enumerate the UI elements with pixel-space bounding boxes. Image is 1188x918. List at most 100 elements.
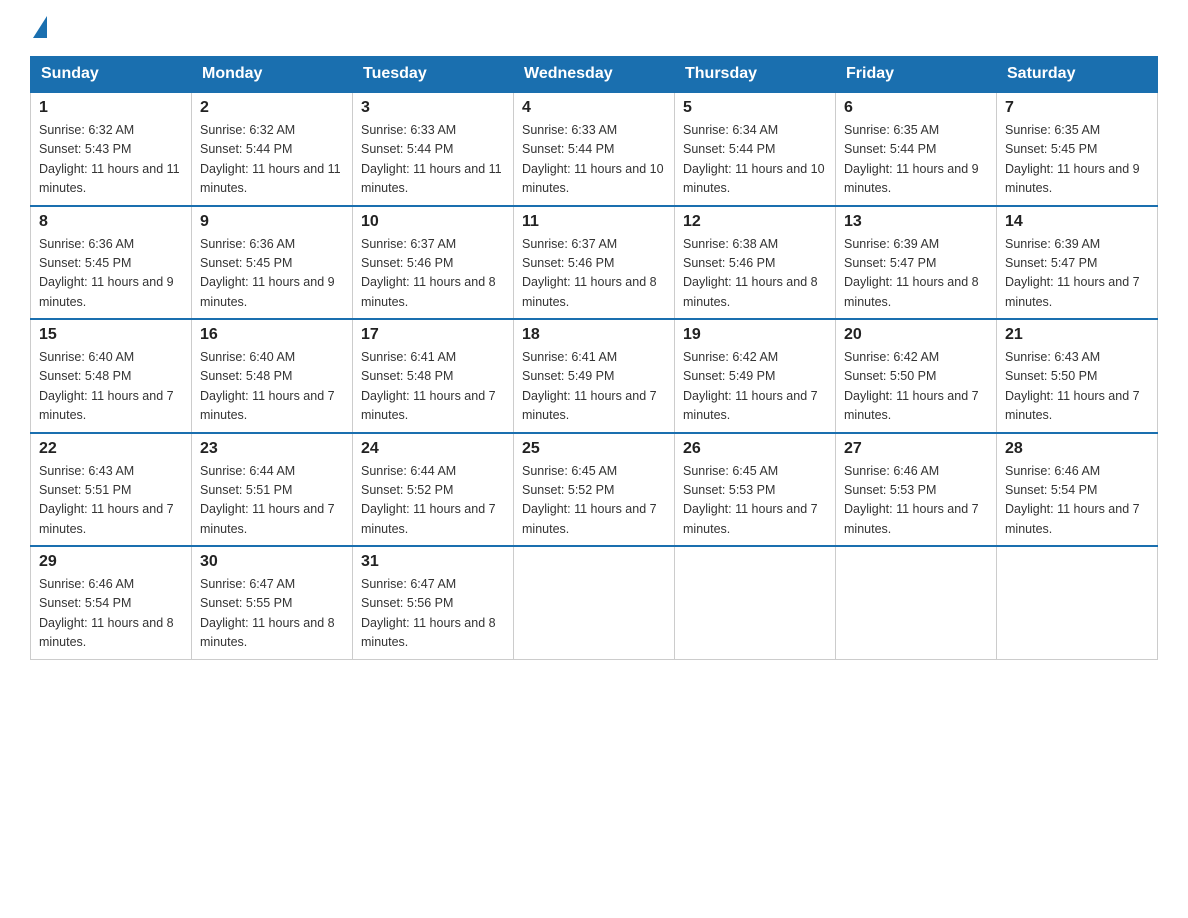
day-info: Sunrise: 6:41 AMSunset: 5:48 PMDaylight:… (361, 348, 505, 426)
calendar-week-row: 1Sunrise: 6:32 AMSunset: 5:43 PMDaylight… (31, 92, 1158, 206)
calendar-week-row: 22Sunrise: 6:43 AMSunset: 5:51 PMDayligh… (31, 433, 1158, 547)
day-info: Sunrise: 6:40 AMSunset: 5:48 PMDaylight:… (39, 348, 183, 426)
calendar-day-cell: 17 Sunrise: 6:41 AMSunset: 5:48 PMDayligh… (353, 319, 514, 433)
calendar-day-cell: 20 Sunrise: 6:42 AMSunset: 5:50 PMDayligh… (836, 319, 997, 433)
day-number: 11 (522, 213, 666, 231)
day-number: 23 (200, 440, 344, 458)
weekday-header-saturday: Saturday (997, 57, 1158, 93)
day-info: Sunrise: 6:41 AMSunset: 5:49 PMDaylight:… (522, 348, 666, 426)
calendar-week-row: 8 Sunrise: 6:36 AMSunset: 5:45 PMDaylight… (31, 206, 1158, 320)
calendar-day-cell: 22Sunrise: 6:43 AMSunset: 5:51 PMDayligh… (31, 433, 192, 547)
day-number: 21 (1005, 326, 1149, 344)
day-number: 28 (1005, 440, 1149, 458)
calendar-day-cell: 30Sunrise: 6:47 AMSunset: 5:55 PMDayligh… (192, 546, 353, 659)
day-number: 20 (844, 326, 988, 344)
calendar-day-cell: 1Sunrise: 6:32 AMSunset: 5:43 PMDaylight… (31, 92, 192, 206)
calendar-day-cell: 13 Sunrise: 6:39 AMSunset: 5:47 PMDayligh… (836, 206, 997, 320)
day-info: Sunrise: 6:47 AMSunset: 5:56 PMDaylight:… (361, 575, 505, 653)
calendar-empty-cell (514, 546, 675, 659)
weekday-header-sunday: Sunday (31, 57, 192, 93)
day-number: 12 (683, 213, 827, 231)
calendar-day-cell: 14 Sunrise: 6:39 AMSunset: 5:47 PMDayligh… (997, 206, 1158, 320)
day-number: 29 (39, 553, 183, 571)
day-number: 6 (844, 99, 988, 117)
calendar-day-cell: 19 Sunrise: 6:42 AMSunset: 5:49 PMDayligh… (675, 319, 836, 433)
day-info: Sunrise: 6:46 AMSunset: 5:54 PMDaylight:… (39, 575, 183, 653)
day-number: 17 (361, 326, 505, 344)
day-info: Sunrise: 6:39 AMSunset: 5:47 PMDaylight:… (1005, 235, 1149, 313)
day-info: Sunrise: 6:35 AMSunset: 5:45 PMDaylight:… (1005, 121, 1149, 199)
calendar-day-cell: 4 Sunrise: 6:33 AMSunset: 5:44 PMDaylight… (514, 92, 675, 206)
day-info: Sunrise: 6:33 AMSunset: 5:44 PMDaylight:… (361, 121, 505, 199)
day-number: 7 (1005, 99, 1149, 117)
day-info: Sunrise: 6:36 AMSunset: 5:45 PMDaylight:… (39, 235, 183, 313)
day-info: Sunrise: 6:36 AMSunset: 5:45 PMDaylight:… (200, 235, 344, 313)
day-info: Sunrise: 6:45 AMSunset: 5:52 PMDaylight:… (522, 462, 666, 540)
day-info: Sunrise: 6:47 AMSunset: 5:55 PMDaylight:… (200, 575, 344, 653)
calendar-day-cell: 11Sunrise: 6:37 AMSunset: 5:46 PMDayligh… (514, 206, 675, 320)
day-number: 27 (844, 440, 988, 458)
day-number: 14 (1005, 213, 1149, 231)
calendar-day-cell: 9 Sunrise: 6:36 AMSunset: 5:45 PMDaylight… (192, 206, 353, 320)
calendar-day-cell: 28 Sunrise: 6:46 AMSunset: 5:54 PMDayligh… (997, 433, 1158, 547)
weekday-header-monday: Monday (192, 57, 353, 93)
calendar-day-cell: 2Sunrise: 6:32 AMSunset: 5:44 PMDaylight… (192, 92, 353, 206)
day-number: 4 (522, 99, 666, 117)
day-number: 31 (361, 553, 505, 571)
day-info: Sunrise: 6:43 AMSunset: 5:50 PMDaylight:… (1005, 348, 1149, 426)
day-info: Sunrise: 6:42 AMSunset: 5:50 PMDaylight:… (844, 348, 988, 426)
day-info: Sunrise: 6:39 AMSunset: 5:47 PMDaylight:… (844, 235, 988, 313)
day-number: 5 (683, 99, 827, 117)
day-number: 10 (361, 213, 505, 231)
calendar-week-row: 29 Sunrise: 6:46 AMSunset: 5:54 PMDayligh… (31, 546, 1158, 659)
calendar-day-cell: 12 Sunrise: 6:38 AMSunset: 5:46 PMDayligh… (675, 206, 836, 320)
day-info: Sunrise: 6:42 AMSunset: 5:49 PMDaylight:… (683, 348, 827, 426)
calendar-table: SundayMondayTuesdayWednesdayThursdayFrid… (30, 56, 1158, 660)
calendar-day-cell: 23Sunrise: 6:44 AMSunset: 5:51 PMDayligh… (192, 433, 353, 547)
day-number: 8 (39, 213, 183, 231)
day-info: Sunrise: 6:35 AMSunset: 5:44 PMDaylight:… (844, 121, 988, 199)
day-info: Sunrise: 6:45 AMSunset: 5:53 PMDaylight:… (683, 462, 827, 540)
weekday-header-tuesday: Tuesday (353, 57, 514, 93)
calendar-day-cell: 5 Sunrise: 6:34 AMSunset: 5:44 PMDaylight… (675, 92, 836, 206)
day-number: 9 (200, 213, 344, 231)
weekday-header-friday: Friday (836, 57, 997, 93)
logo-triangle-icon (33, 16, 47, 38)
day-info: Sunrise: 6:46 AMSunset: 5:54 PMDaylight:… (1005, 462, 1149, 540)
day-info: Sunrise: 6:46 AMSunset: 5:53 PMDaylight:… (844, 462, 988, 540)
calendar-empty-cell (836, 546, 997, 659)
calendar-day-cell: 15 Sunrise: 6:40 AMSunset: 5:48 PMDayligh… (31, 319, 192, 433)
day-info: Sunrise: 6:37 AMSunset: 5:46 PMDaylight:… (361, 235, 505, 313)
calendar-day-cell: 10 Sunrise: 6:37 AMSunset: 5:46 PMDayligh… (353, 206, 514, 320)
day-number: 25 (522, 440, 666, 458)
calendar-week-row: 15 Sunrise: 6:40 AMSunset: 5:48 PMDayligh… (31, 319, 1158, 433)
weekday-header-wednesday: Wednesday (514, 57, 675, 93)
day-info: Sunrise: 6:43 AMSunset: 5:51 PMDaylight:… (39, 462, 183, 540)
day-number: 15 (39, 326, 183, 344)
day-info: Sunrise: 6:33 AMSunset: 5:44 PMDaylight:… (522, 121, 666, 199)
day-number: 24 (361, 440, 505, 458)
day-number: 3 (361, 99, 505, 117)
day-number: 1 (39, 99, 183, 117)
day-info: Sunrise: 6:34 AMSunset: 5:44 PMDaylight:… (683, 121, 827, 199)
day-number: 16 (200, 326, 344, 344)
calendar-day-cell: 24 Sunrise: 6:44 AMSunset: 5:52 PMDayligh… (353, 433, 514, 547)
calendar-day-cell: 31 Sunrise: 6:47 AMSunset: 5:56 PMDayligh… (353, 546, 514, 659)
weekday-header-row: SundayMondayTuesdayWednesdayThursdayFrid… (31, 57, 1158, 93)
day-info: Sunrise: 6:38 AMSunset: 5:46 PMDaylight:… (683, 235, 827, 313)
day-info: Sunrise: 6:44 AMSunset: 5:52 PMDaylight:… (361, 462, 505, 540)
calendar-day-cell: 21 Sunrise: 6:43 AMSunset: 5:50 PMDayligh… (997, 319, 1158, 433)
calendar-day-cell: 7 Sunrise: 6:35 AMSunset: 5:45 PMDaylight… (997, 92, 1158, 206)
day-info: Sunrise: 6:40 AMSunset: 5:48 PMDaylight:… (200, 348, 344, 426)
calendar-day-cell: 8 Sunrise: 6:36 AMSunset: 5:45 PMDaylight… (31, 206, 192, 320)
weekday-header-thursday: Thursday (675, 57, 836, 93)
day-number: 19 (683, 326, 827, 344)
day-number: 18 (522, 326, 666, 344)
day-number: 13 (844, 213, 988, 231)
logo (30, 20, 47, 38)
calendar-day-cell: 25 Sunrise: 6:45 AMSunset: 5:52 PMDayligh… (514, 433, 675, 547)
calendar-day-cell: 16 Sunrise: 6:40 AMSunset: 5:48 PMDayligh… (192, 319, 353, 433)
calendar-day-cell: 3 Sunrise: 6:33 AMSunset: 5:44 PMDaylight… (353, 92, 514, 206)
calendar-day-cell: 6 Sunrise: 6:35 AMSunset: 5:44 PMDaylight… (836, 92, 997, 206)
calendar-day-cell: 29 Sunrise: 6:46 AMSunset: 5:54 PMDayligh… (31, 546, 192, 659)
